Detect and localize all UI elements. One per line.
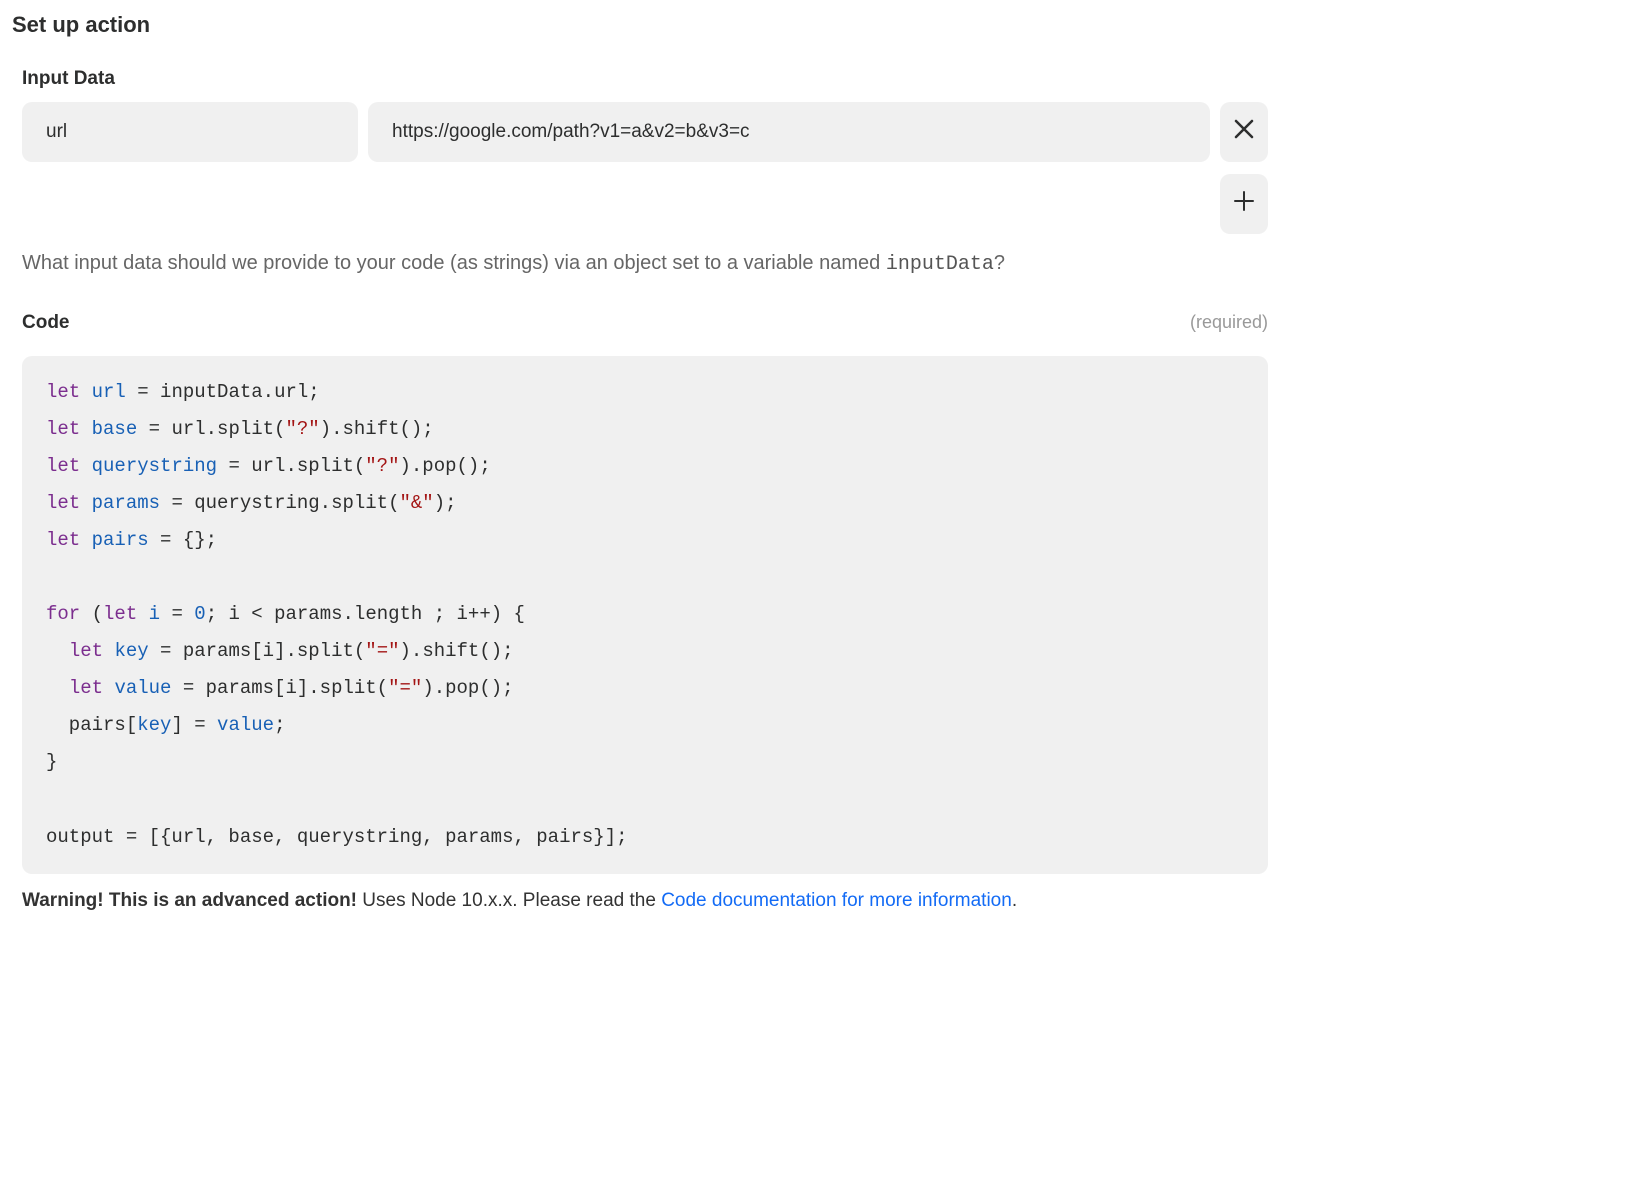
warning-body: Uses Node 10.x.x. Please read the [357, 890, 661, 911]
helper-code-var: inputData [886, 253, 994, 276]
code-editor[interactable]: let url = inputData.url; let base = url.… [22, 356, 1268, 874]
input-data-label: Input Data [22, 68, 1268, 90]
helper-prefix: What input data should we provide to you… [22, 252, 886, 274]
warning-suffix: . [1012, 890, 1017, 911]
warning-bold: Warning! This is an advanced action! [22, 890, 357, 911]
required-label: (required) [1190, 312, 1268, 333]
input-key-field[interactable] [22, 102, 358, 162]
page-title: Set up action [12, 12, 1268, 38]
code-docs-link[interactable]: Code documentation for more information [661, 890, 1012, 911]
input-value-field[interactable] [368, 102, 1210, 162]
add-row-button[interactable] [1220, 174, 1268, 234]
close-icon [1234, 118, 1254, 146]
warning-text: Warning! This is an advanced action! Use… [22, 890, 1268, 912]
input-data-helper: What input data should we provide to you… [22, 252, 1268, 276]
code-label: Code [22, 312, 70, 334]
plus-icon [1233, 190, 1255, 219]
input-data-row [22, 102, 1268, 162]
remove-row-button[interactable] [1220, 102, 1268, 162]
helper-suffix: ? [994, 252, 1005, 274]
